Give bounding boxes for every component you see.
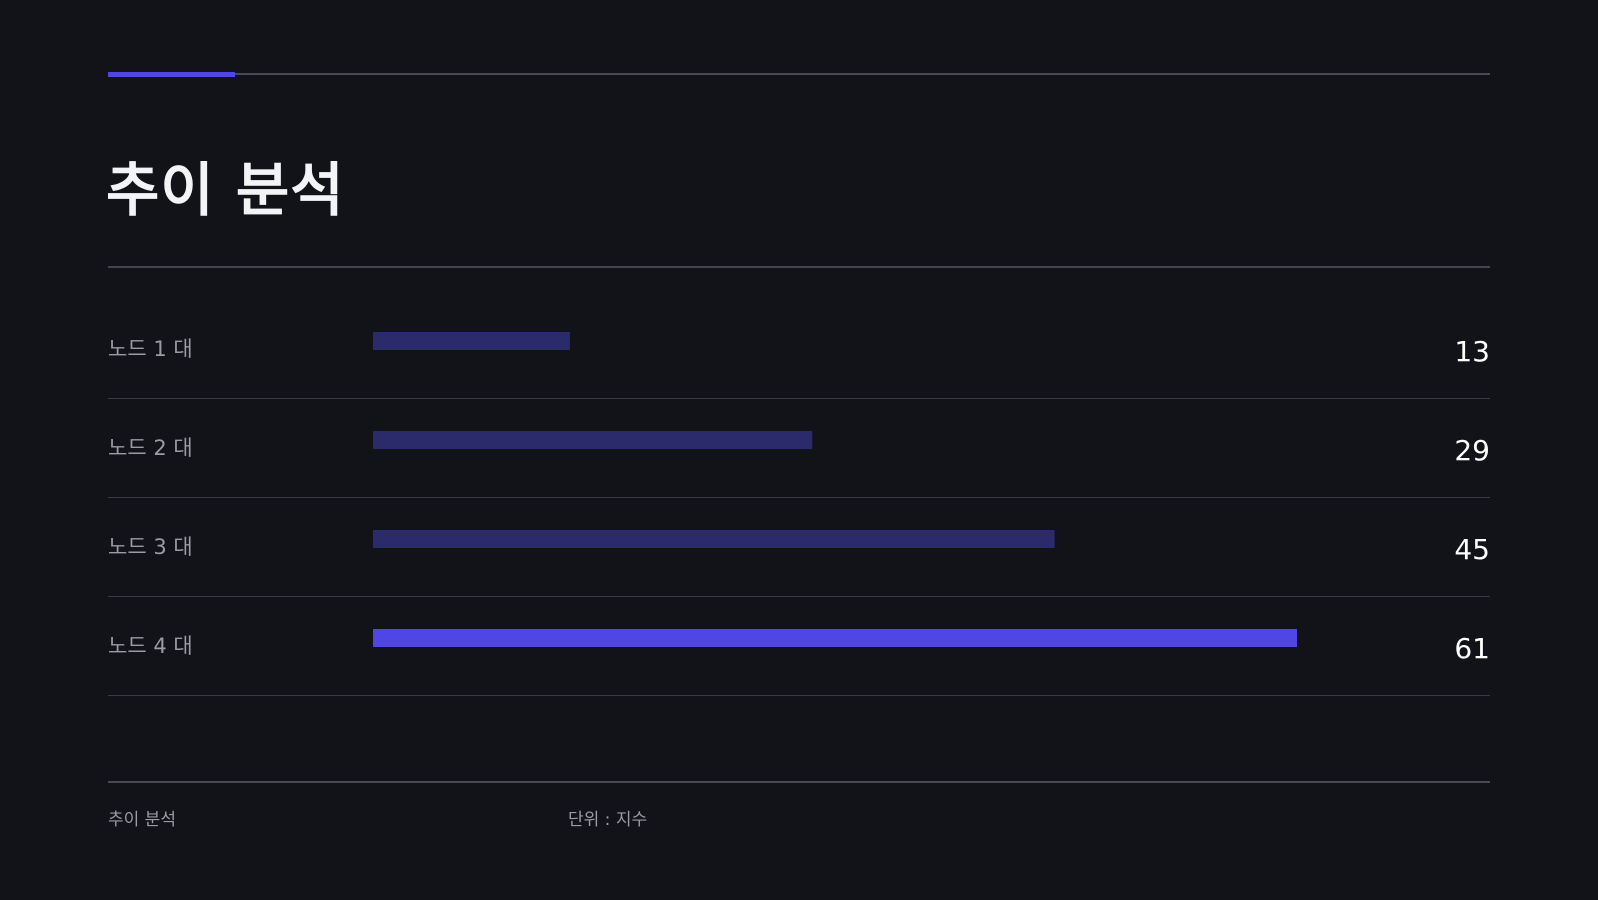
row-divider xyxy=(108,398,1490,399)
category-label: 노드 2 대 xyxy=(108,436,193,460)
bar xyxy=(373,629,1297,647)
category-label: 노드 3 대 xyxy=(108,535,193,559)
row-divider xyxy=(108,695,1490,696)
value-label: 45 xyxy=(1454,533,1490,566)
row-divider xyxy=(108,596,1490,597)
value-label: 61 xyxy=(1454,632,1490,665)
bar-chart: 노드 1 대 13 노드 2 대 29 노드 3 대 45 노드 4 대 61 xyxy=(108,332,1490,696)
category-label: 노드 1 대 xyxy=(108,337,193,361)
category-label: 노드 4 대 xyxy=(108,634,193,658)
footer-divider xyxy=(108,781,1490,783)
row-divider xyxy=(108,497,1490,498)
bar xyxy=(373,530,1055,548)
bar xyxy=(373,431,813,449)
bar xyxy=(373,332,570,350)
footer-source: 추이 분석 xyxy=(108,810,176,830)
footer-unit: 단위 : 지수 xyxy=(568,810,648,830)
value-label: 29 xyxy=(1454,434,1490,467)
value-label: 13 xyxy=(1454,335,1490,368)
